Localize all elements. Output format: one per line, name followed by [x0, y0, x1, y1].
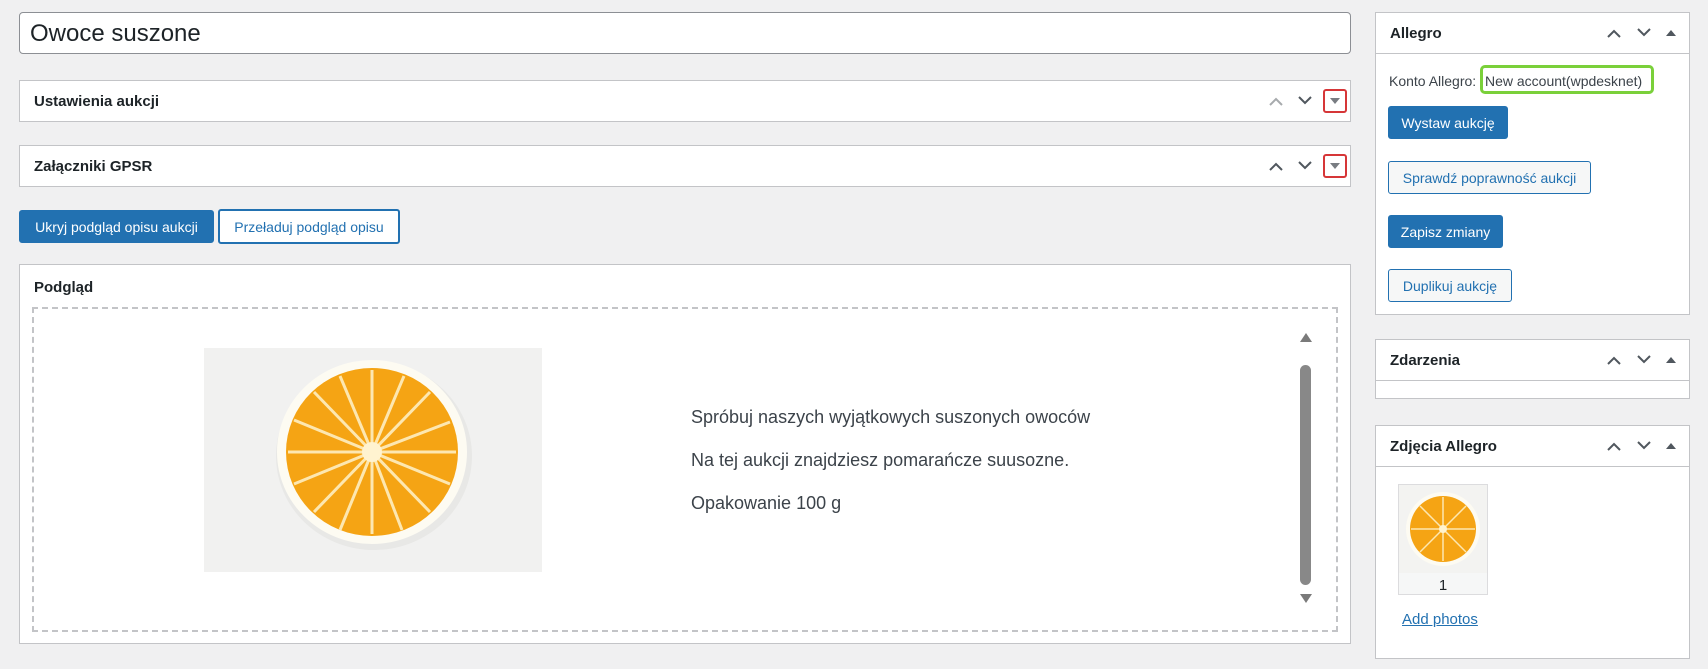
toggle-panel-button[interactable] — [1659, 348, 1683, 372]
toggle-panel-button[interactable] — [1659, 434, 1683, 458]
move-down-button[interactable] — [1632, 434, 1656, 458]
move-down-button[interactable] — [1632, 21, 1656, 45]
move-up-button[interactable] — [1264, 89, 1288, 113]
chevron-down-icon — [1637, 28, 1651, 37]
move-down-button[interactable] — [1293, 89, 1317, 113]
divider — [1376, 380, 1689, 381]
orange-thumbnail-image — [1399, 485, 1487, 573]
triangle-down-icon — [1330, 98, 1340, 104]
photo-thumbnail[interactable]: 1 — [1398, 484, 1488, 595]
move-down-button[interactable] — [1293, 154, 1317, 178]
scroll-down-arrow[interactable] — [1298, 592, 1314, 606]
auction-settings-title: Ustawienia aukcji — [34, 93, 160, 110]
photo-number: 1 — [1438, 577, 1448, 594]
allegro-panel: Allegro Konto Allegro: New account(wpdes… — [1375, 12, 1690, 315]
triangle-up-icon — [1666, 30, 1676, 36]
chevron-down-icon — [1298, 96, 1312, 105]
triangle-up-icon — [1666, 357, 1676, 363]
triangle-down-icon — [1330, 163, 1340, 169]
chevron-up-icon — [1607, 442, 1621, 451]
events-panel: Zdarzenia — [1375, 339, 1690, 399]
triangle-up-icon — [1300, 333, 1312, 342]
post-title-input[interactable]: Owoce suszone — [19, 12, 1351, 54]
auction-settings-panel: Ustawienia aukcji — [19, 80, 1351, 122]
gpsr-title: Załączniki GPSR — [34, 158, 153, 175]
preview-title: Podgląd — [34, 279, 94, 296]
toggle-panel-button[interactable] — [1323, 89, 1347, 113]
description-line: Spróbuj naszych wyjątkowych suszonych ow… — [691, 407, 1091, 427]
scrollbar-thumb[interactable] — [1300, 365, 1311, 585]
account-value: New account(wpdesknet) — [1485, 73, 1643, 89]
chevron-up-icon — [1607, 29, 1621, 38]
move-up-button[interactable] — [1602, 348, 1626, 372]
events-title: Zdarzenia — [1390, 352, 1461, 369]
duplicate-auction-button[interactable]: Duplikuj aukcję — [1388, 269, 1512, 302]
chevron-down-icon — [1637, 355, 1651, 364]
photos-panel: Zdjęcia Allegro 1 Add photos — [1375, 425, 1690, 659]
description-line: Na tej aukcji znajdziesz pomarańcze suus… — [691, 450, 1070, 470]
toggle-panel-button[interactable] — [1323, 154, 1347, 178]
scroll-up-arrow[interactable] — [1298, 330, 1314, 344]
chevron-down-icon — [1298, 161, 1312, 170]
hide-preview-button[interactable]: Ukryj podgląd opisu aukcji — [19, 210, 214, 243]
publish-auction-button[interactable]: Wystaw aukcję — [1388, 106, 1508, 139]
description-line: Opakowanie 100 g — [691, 493, 842, 513]
toggle-panel-button[interactable] — [1659, 21, 1683, 45]
orange-slice-image — [276, 360, 472, 550]
chevron-up-icon — [1269, 162, 1283, 171]
triangle-up-icon — [1666, 443, 1676, 449]
chevron-up-icon — [1269, 97, 1283, 106]
validate-auction-button[interactable]: Sprawdź poprawność aukcji — [1388, 161, 1591, 194]
chevron-up-icon — [1607, 356, 1621, 365]
gpsr-panel: Załączniki GPSR — [19, 145, 1351, 187]
move-up-button[interactable] — [1602, 21, 1626, 45]
allegro-title: Allegro — [1390, 25, 1442, 42]
add-photos-link[interactable]: Add photos — [1402, 611, 1478, 628]
move-up-button[interactable] — [1602, 434, 1626, 458]
triangle-down-icon — [1300, 594, 1312, 603]
move-up-button[interactable] — [1264, 154, 1288, 178]
reload-preview-button[interactable]: Przeładuj podgląd opisu — [218, 209, 400, 244]
photos-title: Zdjęcia Allegro — [1390, 438, 1497, 455]
save-changes-button[interactable]: Zapisz zmiany — [1388, 215, 1503, 248]
product-image — [204, 348, 542, 572]
chevron-down-icon — [1637, 441, 1651, 450]
move-down-button[interactable] — [1632, 348, 1656, 372]
account-label: Konto Allegro: — [1389, 73, 1477, 89]
divider — [1376, 53, 1689, 54]
divider — [1376, 466, 1689, 467]
